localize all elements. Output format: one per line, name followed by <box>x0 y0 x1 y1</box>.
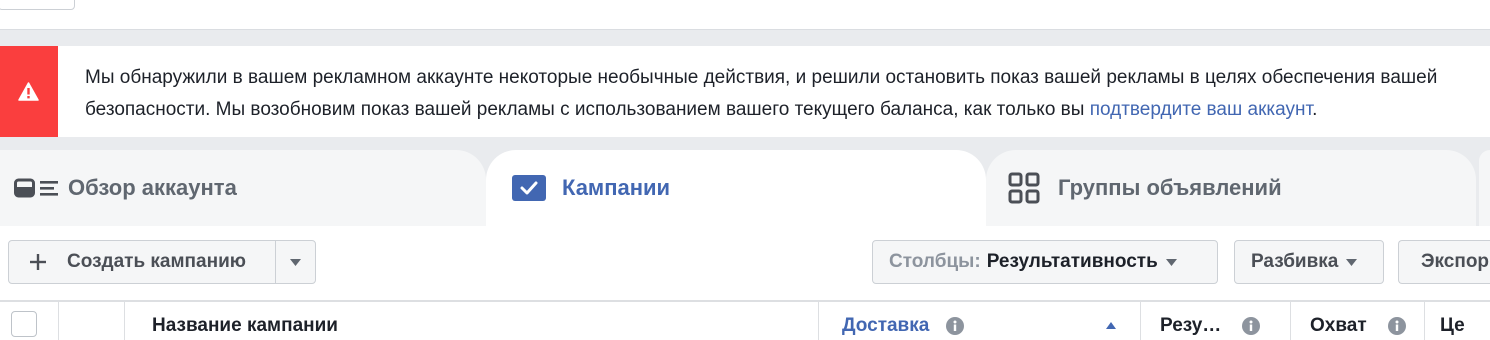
alert-icon-box <box>0 46 58 137</box>
alert-message-text: безопасности. Мы возобновим показ вашей … <box>85 99 1085 120</box>
sort-ascending-icon <box>1106 322 1116 329</box>
column-divider[interactable] <box>1424 302 1425 340</box>
campaign-toolbar: Создать кампанию Столбцы: Результативнос… <box>0 226 1490 300</box>
columns-value: Результативность <box>986 251 1158 272</box>
tab-account-overview-label: Обзор аккаунта <box>68 175 237 200</box>
account-alert-banner: Мы обнаружили в вашем рекламном аккаунте… <box>0 46 1490 137</box>
campaigns-table-header: Название кампании Доставка Резу… Охват Ц… <box>0 300 1490 340</box>
column-divider[interactable] <box>1290 302 1291 340</box>
chevron-down-icon <box>1165 258 1177 266</box>
column-divider <box>124 302 125 340</box>
tab-campaigns-label: Кампании <box>562 175 671 200</box>
column-divider <box>58 302 59 340</box>
columns-prefix: Столбцы: <box>889 251 981 272</box>
alert-message: Мы обнаружили в вашем рекламном аккаунте… <box>85 62 1437 126</box>
create-campaign-button[interactable]: Создать кампанию <box>8 240 276 284</box>
chevron-down-icon <box>290 258 301 266</box>
verify-account-link[interactable]: подтвердите ваш аккаунт <box>1090 99 1312 120</box>
info-icon[interactable] <box>946 317 964 335</box>
tab-ad-sets[interactable]: Группы объявлений <box>986 150 1476 226</box>
ad-sets-grid-icon <box>1008 172 1040 204</box>
create-campaign-label: Создать кампанию <box>67 251 246 272</box>
top-bar <box>0 0 1490 30</box>
warning-icon <box>18 82 39 101</box>
tab-ad-sets-label: Группы объявлений <box>1058 175 1282 200</box>
create-options-dropdown-button[interactable] <box>275 240 316 284</box>
column-header-partial[interactable]: Це <box>1440 312 1465 340</box>
tab-campaigns[interactable]: Кампании <box>486 150 986 226</box>
select-all-checkbox[interactable] <box>11 311 37 337</box>
plus-icon <box>30 254 46 270</box>
info-icon[interactable] <box>1242 317 1260 335</box>
chevron-down-icon <box>1346 258 1358 266</box>
export-button[interactable]: Экспор <box>1398 240 1490 284</box>
column-divider[interactable] <box>1140 302 1141 340</box>
columns-dropdown[interactable]: Столбцы: Результативность <box>872 240 1218 284</box>
top-button-fragment[interactable] <box>0 0 75 10</box>
tab-ads-partial[interactable] <box>1479 150 1490 226</box>
export-label: Экспор <box>1421 251 1490 272</box>
account-overview-icon <box>14 178 58 198</box>
tab-account-overview[interactable]: Обзор аккаунта <box>0 150 486 226</box>
campaigns-checkbox-icon <box>512 175 546 201</box>
alert-message-suffix: . <box>1312 99 1318 120</box>
column-header-results[interactable]: Резу… <box>1160 312 1221 340</box>
breakdown-label: Разбивка <box>1251 251 1339 272</box>
column-header-delivery[interactable]: Доставка <box>842 312 929 340</box>
column-header-campaign-name[interactable]: Название кампании <box>152 312 338 340</box>
breakdown-dropdown[interactable]: Разбивка <box>1234 240 1384 284</box>
info-icon[interactable] <box>1388 317 1406 335</box>
column-divider[interactable] <box>818 302 819 340</box>
alert-message-line-1: Мы обнаружили в вашем рекламном аккаунте… <box>85 67 1438 88</box>
column-header-reach[interactable]: Охват <box>1310 312 1367 340</box>
alert-message-line-2: безопасности. Мы возобновим показ вашей … <box>85 94 1437 126</box>
